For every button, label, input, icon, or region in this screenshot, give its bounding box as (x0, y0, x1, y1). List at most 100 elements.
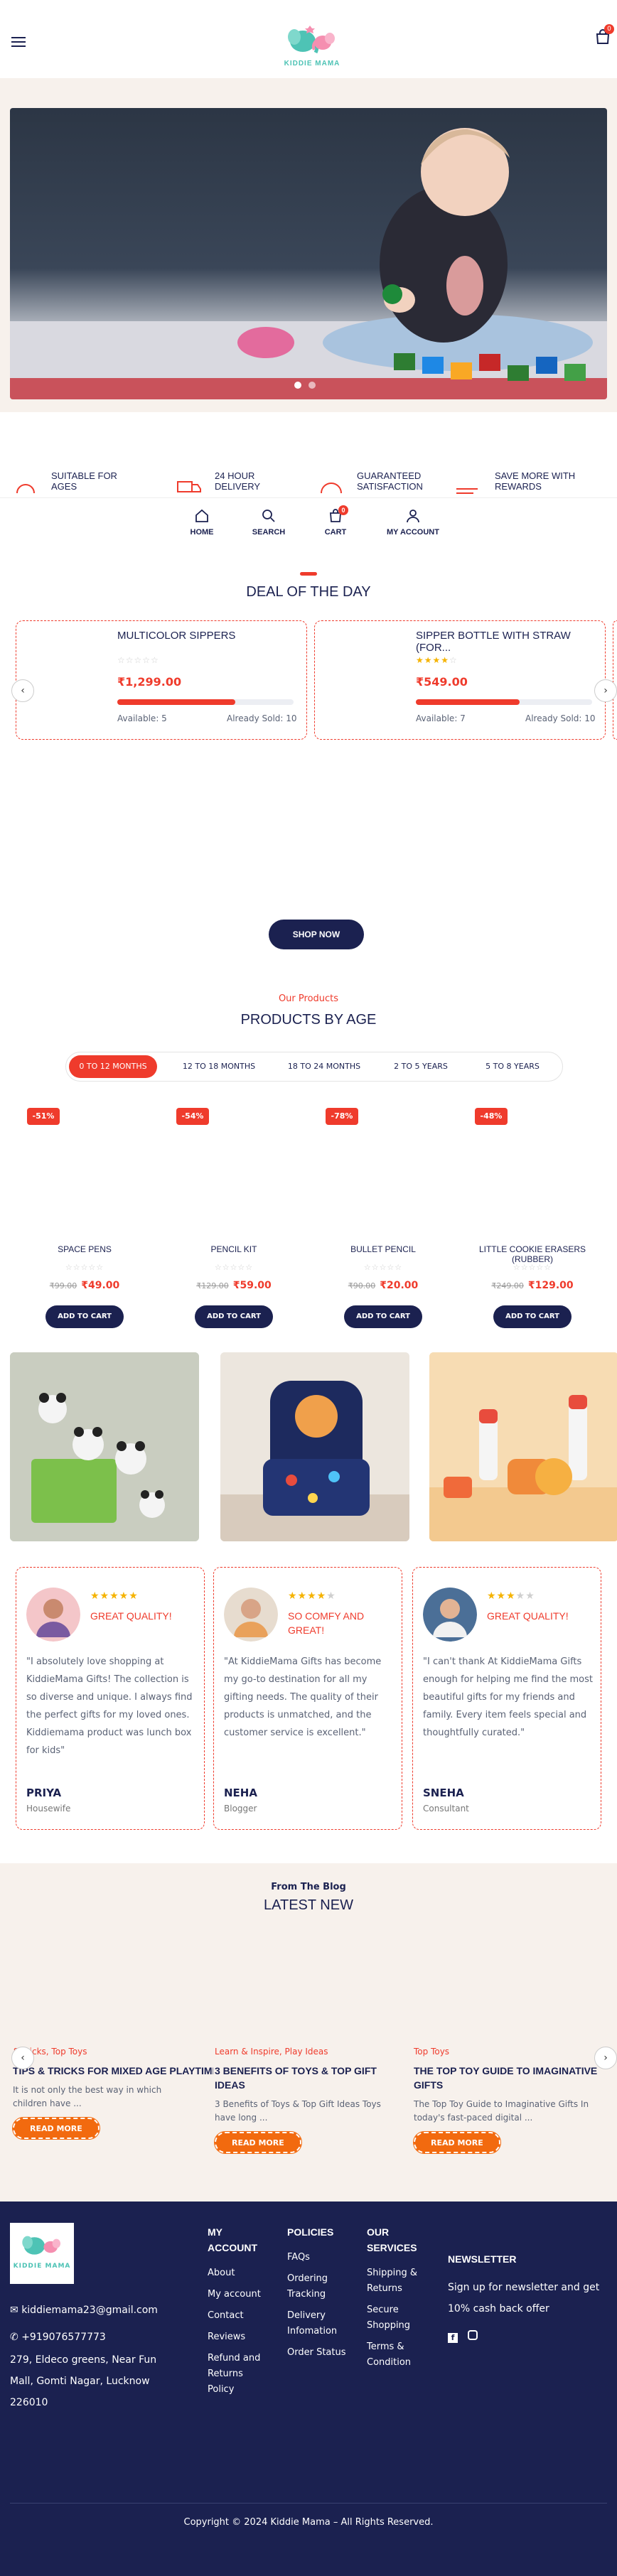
footer-email-row[interactable]: ✉ kiddiemama23@gmail.com (10, 2302, 202, 2318)
shop-now-button[interactable]: SHOP NOW (269, 920, 364, 949)
blog-post-card[interactable]: Learn & Inspire, Play Ideas 3 BENEFITS O… (214, 2047, 407, 2189)
footer-link-delivery-info[interactable]: Delivery Infomation (287, 2308, 351, 2339)
discount-badge: -51% (27, 1108, 60, 1125)
testimonial-quote: "I can't thank At KiddieMama Gifts enoug… (423, 1656, 593, 1738)
promo-banner-stationery[interactable] (429, 1352, 617, 1541)
footer-heading: MY ACCOUNT (208, 2226, 257, 2253)
tab-5-8-years[interactable]: 5 TO 8 YEARS (473, 1055, 552, 1078)
deal-rating: ★★★★☆ (416, 655, 458, 665)
nav-search[interactable]: SEARCH (249, 508, 289, 537)
deal-card[interactable]: MULTICOLOR SIPPERS ☆☆☆☆☆ ₹1,299.00 Avail… (16, 620, 307, 740)
hero-slider[interactable] (10, 108, 607, 399)
footer-logo[interactable]: KIDDIE MAMA (10, 2223, 74, 2284)
footer-link-order-tracking[interactable]: Ordering Tracking (287, 2271, 351, 2302)
delivery-truck-icon (177, 481, 201, 492)
footer-phone-row[interactable]: ✆ +919076577773 (10, 2329, 202, 2345)
blog-next-button[interactable]: › (594, 2047, 617, 2069)
footer-link-shipping[interactable]: Shipping & Returns (367, 2265, 426, 2297)
footer-link-contact[interactable]: Contact (208, 2308, 264, 2324)
testimonial-card: ★★★★★ GREAT QUALITY! "I absolutely love … (16, 1567, 205, 1830)
promo-banner-backpack[interactable] (220, 1352, 409, 1541)
product-rating: ☆☆☆☆☆ (513, 1263, 552, 1272)
add-to-cart-button[interactable]: ADD TO CART (45, 1305, 124, 1328)
avatar (26, 1588, 80, 1642)
chevron-left-icon: ‹ (21, 685, 25, 696)
product-card[interactable]: -78% BULLET PENCIL ☆☆☆☆☆ ₹90.00 ₹20.00 AD… (316, 1105, 451, 1332)
deal-product-name[interactable]: MULTICOLOR SIPPERS (117, 630, 235, 642)
nav-label: SEARCH (252, 528, 286, 537)
bottom-navigation: HOME SEARCH CART 0 MY ACCOUNT (0, 497, 617, 549)
header-cart-button[interactable]: 0 (594, 24, 614, 45)
testimonial-rating: ★★★★★ (288, 1590, 336, 1602)
add-to-cart-button[interactable]: ADD TO CART (344, 1305, 422, 1328)
star-icon: ★ (326, 1590, 336, 1602)
logo[interactable]: KIDDIE MAMA (281, 21, 343, 68)
cart-count-badge: 0 (604, 24, 614, 34)
deal-product-name[interactable]: SIPPER BOTTLE WITH STRAW (FOR... (416, 630, 605, 654)
add-to-cart-button[interactable]: ADD TO CART (195, 1305, 273, 1328)
discount-badge: -78% (326, 1108, 358, 1125)
deal-sold: Already Sold: 10 (525, 713, 596, 723)
elephant-logo-icon (288, 26, 335, 54)
read-more-button[interactable]: READ MORE (12, 2117, 100, 2140)
instagram-icon[interactable] (468, 2330, 478, 2340)
stationery-image (429, 1352, 617, 1541)
post-title[interactable]: TIPS & TRICKS FOR MIXED AGE PLAYTIME (13, 2064, 213, 2078)
footer-link-reviews[interactable]: Reviews (208, 2329, 264, 2345)
tab-0-12-months[interactable]: 0 TO 12 MONTHS (69, 1055, 157, 1078)
product-card[interactable]: -54% PENCIL KIT ☆☆☆☆☆ ₹129.00 ₹59.00 ADD … (166, 1105, 301, 1332)
menu-icon[interactable] (11, 37, 26, 47)
product-card[interactable]: -51% SPACE PENS ☆☆☆☆☆ ₹99.00 ₹49.00 ADD T… (17, 1105, 152, 1332)
testimonial-name: SNEHA (423, 1787, 464, 1799)
product-name[interactable]: SPACE PENS (17, 1244, 152, 1254)
footer-link-refund[interactable]: Refund and Returns Policy (208, 2351, 264, 2398)
facebook-icon[interactable]: f (448, 2333, 458, 2343)
blog-post-card[interactable]: Top Toys THE TOP TOY GUIDE TO IMAGINATIV… (413, 2047, 606, 2189)
user-icon (407, 510, 419, 523)
footer-logo-text: KIDDIE MAMA (13, 2263, 71, 2270)
deal-available: Available: 7 (416, 713, 466, 723)
blog-prev-button[interactable]: ‹ (11, 2047, 34, 2069)
tab-12-18-months[interactable]: 12 TO 18 MONTHS (173, 1055, 265, 1078)
footer-link-about[interactable]: About (208, 2265, 264, 2281)
product-prices: ₹90.00 ₹20.00 (316, 1280, 451, 1291)
product-name[interactable]: PENCIL KIT (166, 1244, 301, 1254)
section-divider (300, 572, 317, 576)
read-more-button[interactable]: READ MORE (214, 2131, 302, 2154)
copyright-text: Copyright © 2024 Kiddie Mama – All Right… (183, 2517, 434, 2528)
footer-heading: NEWSLETTER (448, 2253, 517, 2265)
footer-link-terms[interactable]: Terms & Condition (367, 2339, 426, 2371)
post-category[interactable]: & Tricks, Top Toys (13, 2047, 213, 2057)
testimonial-title: GREAT QUALITY! (487, 1610, 569, 1622)
product-prices: ₹129.00 ₹59.00 (166, 1280, 301, 1291)
product-name[interactable]: LITTLE COOKIE ERASERS (RUBBER) (465, 1244, 600, 1264)
footer-heading: OUR SERVICES (367, 2226, 417, 2253)
footer-link-my-account[interactable]: My account (208, 2287, 264, 2302)
deal-next-button[interactable]: › (594, 679, 617, 702)
footer-phone[interactable]: +919076577773 (21, 2332, 106, 2343)
elephant-logo-icon (22, 2236, 61, 2255)
testimonial-quote: "I absolutely love shopping at KiddieMam… (26, 1656, 193, 1756)
footer-email[interactable]: kiddiemama23@gmail.com (21, 2305, 158, 2316)
deal-card[interactable]: SIPPER BOTTLE WITH STRAW (FOR... ★★★★☆ ₹… (314, 620, 606, 740)
blog-post-card[interactable]: & Tricks, Top Toys TIPS & TRICKS FOR MIX… (12, 2047, 213, 2189)
add-to-cart-button[interactable]: ADD TO CART (493, 1305, 572, 1328)
tab-2-5-years[interactable]: 2 TO 5 YEARS (383, 1055, 458, 1078)
nav-my-account[interactable]: MY ACCOUNT (381, 508, 445, 537)
product-card[interactable]: -48% LITTLE COOKIE ERASERS (RUBBER) ☆☆☆☆… (465, 1105, 600, 1332)
nav-cart[interactable]: CART 0 (321, 505, 350, 537)
old-price: ₹129.00 (196, 1281, 229, 1290)
tab-18-24-months[interactable]: 18 TO 24 MONTHS (278, 1055, 370, 1078)
read-more-button[interactable]: READ MORE (413, 2131, 501, 2154)
footer-link-order-status[interactable]: Order Status (287, 2345, 351, 2361)
deal-prev-button[interactable]: ‹ (11, 679, 34, 702)
post-category[interactable]: Top Toys (414, 2047, 606, 2057)
post-category[interactable]: Learn & Inspire, Play Ideas (215, 2047, 407, 2057)
product-name[interactable]: BULLET PENCIL (316, 1244, 451, 1254)
promo-banner-panda[interactable] (10, 1352, 199, 1541)
post-title[interactable]: THE TOP TOY GUIDE TO IMAGINATIVE GIFTS (414, 2064, 606, 2092)
footer-link-secure-shopping[interactable]: Secure Shopping (367, 2302, 426, 2334)
footer-link-faqs[interactable]: FAQs (287, 2250, 351, 2265)
post-title[interactable]: 3 BENEFITS OF TOYS & TOP GIFT IDEAS (215, 2064, 407, 2092)
nav-home[interactable]: HOME (186, 508, 218, 537)
